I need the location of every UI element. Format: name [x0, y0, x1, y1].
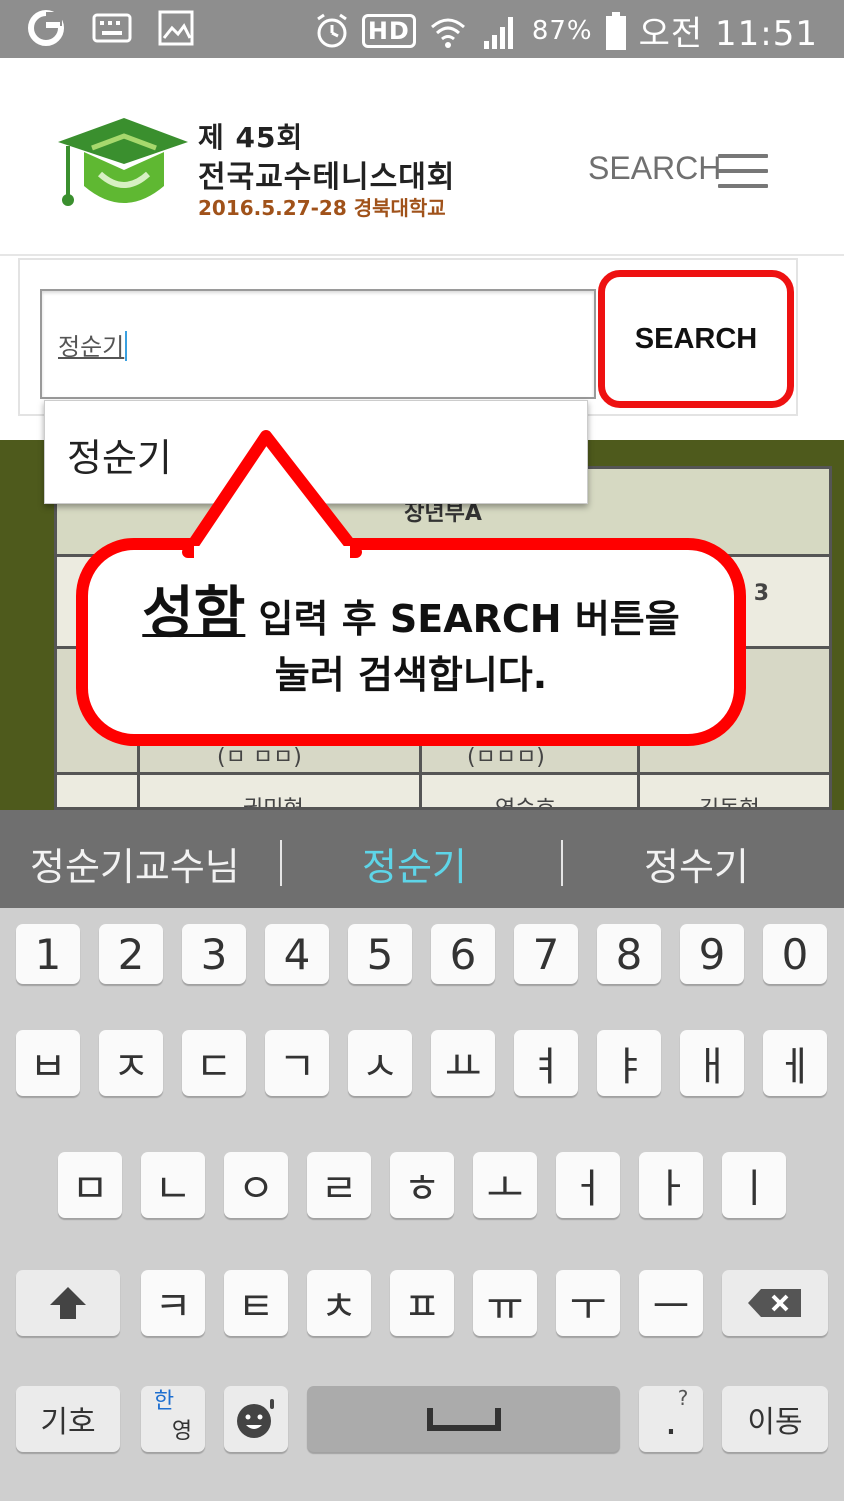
symbols-key[interactable]: 기호	[16, 1386, 120, 1452]
key-yo[interactable]: ㅛ	[431, 1030, 495, 1096]
suggestion-divider	[280, 840, 282, 886]
network-label: HD	[361, 13, 416, 48]
key-chieut[interactable]: ㅊ	[307, 1270, 371, 1336]
key-eo[interactable]: ㅓ	[556, 1152, 620, 1218]
shift-icon	[50, 1287, 86, 1319]
keyboard-icon	[92, 13, 132, 43]
key-ya[interactable]: ㅑ	[597, 1030, 661, 1096]
logo-title-edition: 제 45회	[198, 121, 304, 154]
search-input[interactable]: 정순기	[40, 289, 596, 399]
key-4[interactable]: 4	[265, 924, 329, 984]
sync-icon	[28, 10, 64, 46]
emoji-icon	[237, 1399, 274, 1438]
key-yu[interactable]: ㅠ	[473, 1270, 537, 1336]
key-kieuk[interactable]: ㅋ	[141, 1270, 205, 1336]
logo-title-event: 전국교수테니스대회	[198, 160, 456, 195]
search-button[interactable]: SEARCH	[598, 270, 794, 408]
space-key[interactable]	[307, 1386, 620, 1452]
site-header: 제 45회 전국교수테니스대회 2016.5.27-28 경북대학교 SEARC…	[0, 58, 844, 256]
callout-line1: 입력 후 SEARCH 버튼을	[245, 597, 680, 641]
suggestion-divider	[561, 840, 563, 886]
graduation-cap-logo-icon	[58, 118, 188, 206]
backspace-key[interactable]	[722, 1270, 828, 1336]
key-mieum[interactable]: ㅁ	[58, 1152, 122, 1218]
key-siot[interactable]: ㅅ	[348, 1030, 412, 1096]
lang-label-top: 한	[153, 1389, 175, 1414]
wifi-icon	[430, 18, 465, 48]
key-ae[interactable]: ㅐ	[680, 1030, 744, 1096]
key-9[interactable]: 9	[680, 924, 744, 984]
key-e[interactable]: ㅔ	[763, 1030, 827, 1096]
key-1[interactable]: 1	[16, 924, 80, 984]
callout-pointer	[182, 430, 362, 560]
search-input-value: 정순기	[58, 333, 125, 361]
player-name: 염승호	[495, 797, 556, 810]
callout-emphasis: 성함	[142, 581, 246, 646]
clock: 오전 11:51	[638, 14, 818, 54]
alarm-icon	[316, 13, 347, 47]
autocomplete-item[interactable]: 정순기	[67, 427, 172, 482]
key-u[interactable]: ㅜ	[556, 1270, 620, 1336]
table-row: 권민혁 염승호 김동현	[57, 775, 829, 810]
key-6[interactable]: 6	[431, 924, 495, 984]
key-digeut[interactable]: ㄷ	[182, 1030, 246, 1096]
battery-icon	[605, 11, 626, 50]
punct-label-main: .	[664, 1398, 678, 1444]
key-ieung[interactable]: ㅇ	[224, 1152, 288, 1218]
shift-key[interactable]	[16, 1270, 120, 1336]
emoji-key[interactable]	[224, 1386, 288, 1452]
key-5[interactable]: 5	[348, 924, 412, 984]
key-i[interactable]: ㅣ	[722, 1152, 786, 1218]
key-7[interactable]: 7	[514, 924, 578, 984]
instruction-callout: 성함 입력 후 SEARCH 버튼을 눌러 검색합니다.	[76, 538, 746, 746]
key-rieul[interactable]: ㄹ	[307, 1152, 371, 1218]
move-key[interactable]: 이동	[722, 1386, 828, 1452]
key-yeo[interactable]: ㅕ	[514, 1030, 578, 1096]
key-eu[interactable]: ㅡ	[639, 1270, 703, 1336]
lang-label-bottom: 영	[171, 1419, 193, 1444]
player-name: 김동현	[699, 797, 760, 810]
key-bieup[interactable]: ㅂ	[16, 1030, 80, 1096]
status-bar: HD 87% 오전 11:51	[0, 0, 844, 58]
suggestion-item-active[interactable]: 정순기	[362, 836, 467, 891]
site-logo[interactable]: 제 45회 전국교수테니스대회 2016.5.27-28 경북대학교	[52, 108, 502, 228]
keyboard: 1 2 3 4 5 6 7 8 9 0 ㅂ ㅈ ㄷ ㄱ ㅅ ㅛ ㅕ ㅑ ㅐ ㅔ …	[0, 908, 844, 1501]
key-8[interactable]: 8	[597, 924, 661, 984]
text-cursor	[125, 331, 128, 361]
player-name: 권민혁	[243, 797, 304, 810]
key-tieut[interactable]: ㅌ	[224, 1270, 288, 1336]
table-cell: 3	[753, 581, 769, 606]
battery-percent: 87%	[531, 15, 593, 46]
callout-line2: 눌러 검색합니다.	[274, 653, 548, 697]
key-3[interactable]: 3	[182, 924, 246, 984]
suggestion-item[interactable]: 정수기	[644, 836, 749, 891]
key-2[interactable]: 2	[99, 924, 163, 984]
language-toggle-key[interactable]: 한 영	[141, 1386, 205, 1452]
space-icon	[426, 1408, 501, 1431]
key-a[interactable]: ㅏ	[639, 1152, 703, 1218]
key-nieun[interactable]: ㄴ	[141, 1152, 205, 1218]
backspace-icon	[748, 1289, 801, 1317]
signal-icon	[483, 16, 513, 49]
punctuation-key[interactable]: ? .	[639, 1386, 703, 1452]
key-o[interactable]: ㅗ	[473, 1152, 537, 1218]
logo-date: 2016.5.27-28 경북대학교	[198, 196, 446, 220]
key-hieut[interactable]: ㅎ	[390, 1152, 454, 1218]
key-0[interactable]: 0	[763, 924, 827, 984]
image-icon	[158, 10, 194, 46]
keyboard-suggestion-bar: 정순기교수님 정순기 정수기	[0, 810, 844, 908]
key-jieut[interactable]: ㅈ	[99, 1030, 163, 1096]
suggestion-item[interactable]: 정순기교수님	[30, 836, 240, 891]
hamburger-menu-icon[interactable]	[718, 154, 768, 188]
header-search-link[interactable]: SEARCH	[588, 150, 721, 187]
key-giyeok[interactable]: ㄱ	[265, 1030, 329, 1096]
callout-text: 성함 입력 후 SEARCH 버튼을 눌러 검색합니다.	[88, 586, 734, 703]
punct-label-top: ?	[677, 1386, 689, 1410]
key-pieup[interactable]: ㅍ	[390, 1270, 454, 1336]
